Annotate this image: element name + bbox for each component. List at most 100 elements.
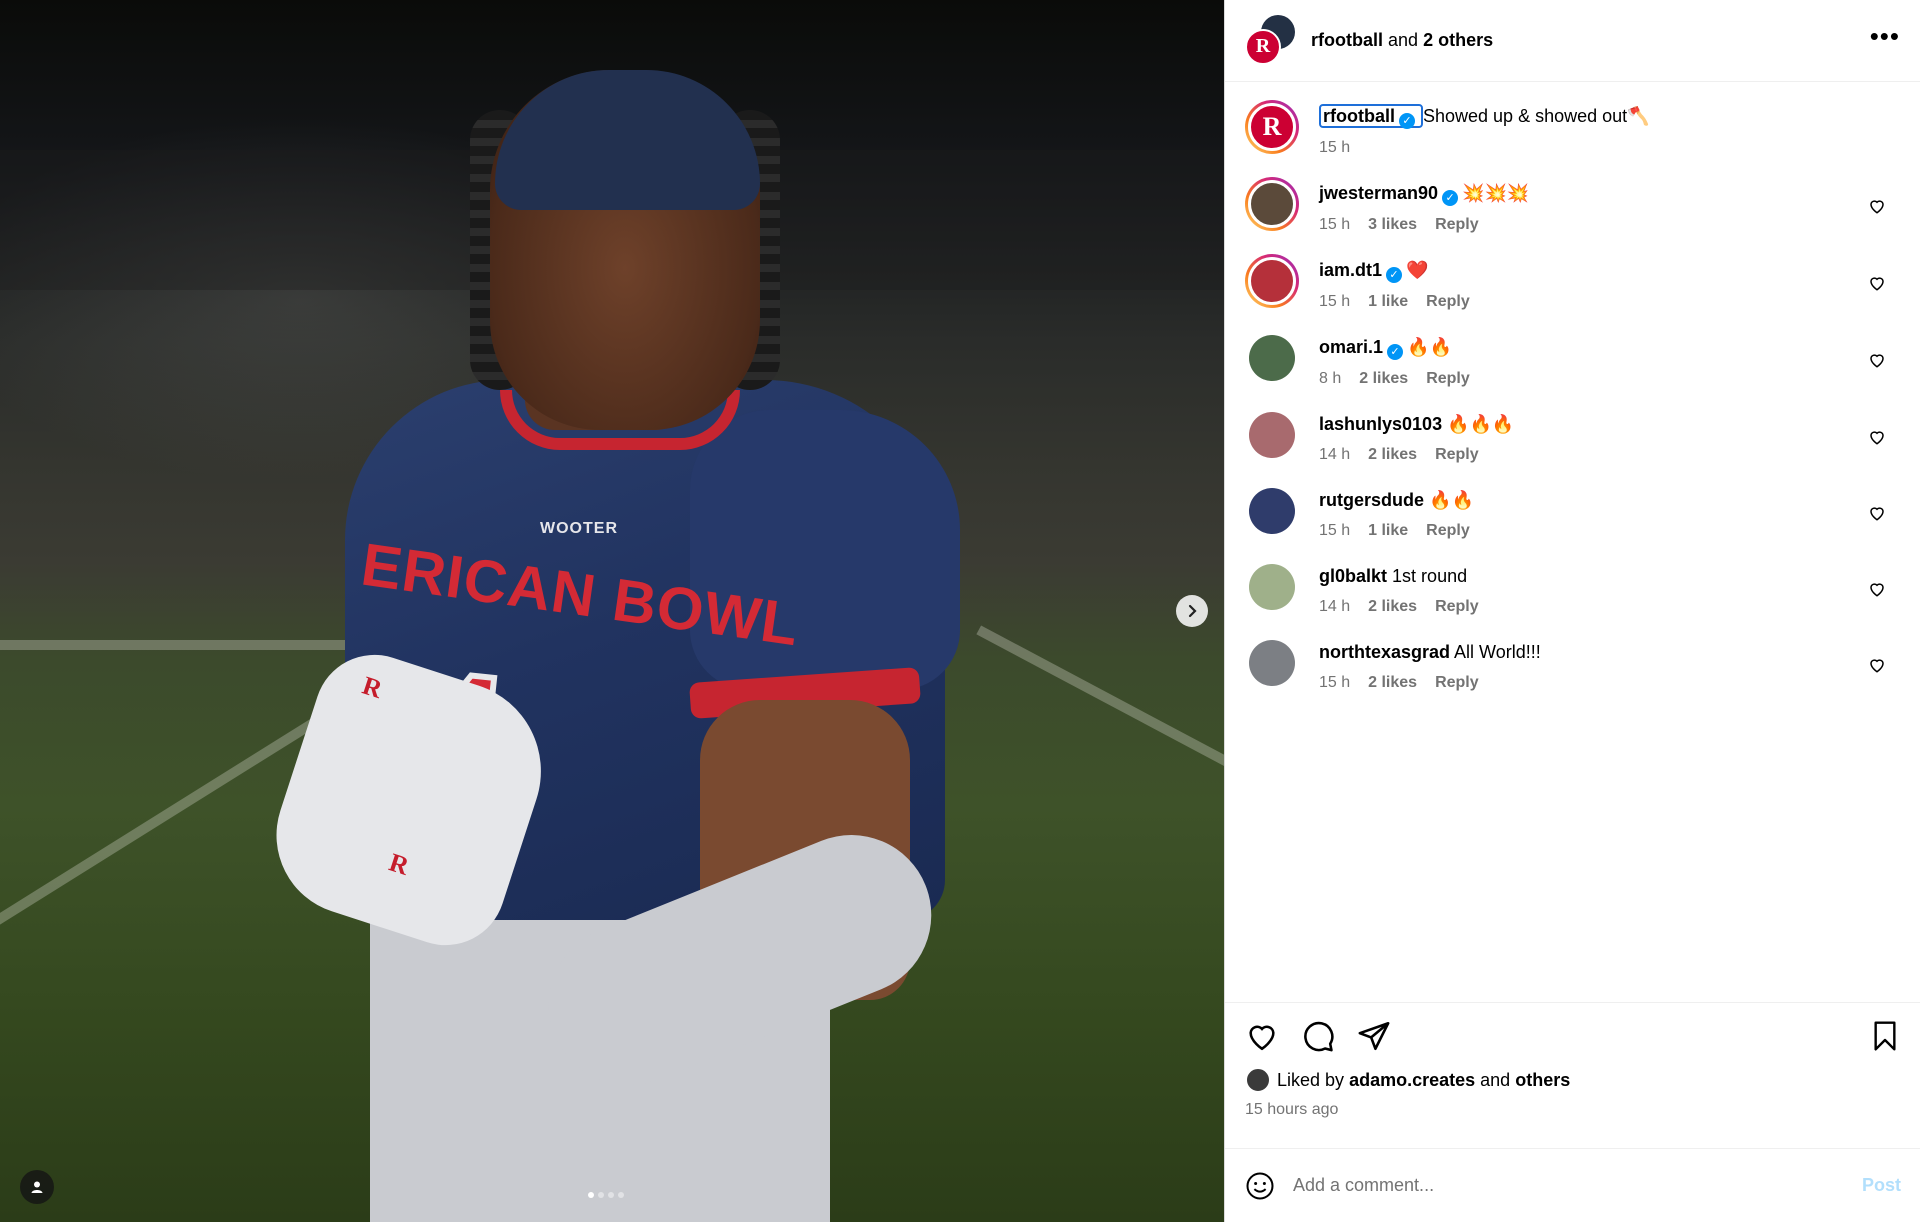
liked-user[interactable]: adamo.creates: [1349, 1070, 1475, 1091]
comment-like-heart-icon[interactable]: [1868, 580, 1886, 598]
comment-username[interactable]: lashunlys0103: [1319, 414, 1442, 434]
comment-item: northtexasgrad All World!!! 15 h 2 likes Re…: [1245, 636, 1900, 692]
commenter-avatar[interactable]: [1245, 484, 1299, 538]
verified-badge-icon: ✓: [1442, 190, 1459, 206]
likes-summary: Liked by adamo.creates and others: [1245, 1067, 1901, 1093]
liked-prefix: Liked by: [1277, 1069, 1345, 1090]
liker-avatar: [1245, 1067, 1271, 1093]
username[interactable]: rfootball: [1323, 106, 1395, 126]
carousel-dot: [608, 1192, 614, 1198]
avatar: [1248, 257, 1296, 305]
glove-logo: R: [358, 670, 386, 705]
post-caption: R rfootball ✓ Showed up & showed out🪓 15 h: [1245, 100, 1900, 157]
smiley-icon[interactable]: [1245, 1171, 1275, 1201]
comment-like-heart-icon[interactable]: [1868, 428, 1886, 446]
avatar: [1249, 412, 1295, 458]
post-side-panel: R rfootball and 2 others ••• R rfootball…: [1224, 0, 1920, 1222]
comment-username[interactable]: rutgersdude: [1319, 490, 1424, 510]
reply-button[interactable]: Reply: [1435, 598, 1479, 616]
comment-likes[interactable]: 1 like: [1368, 522, 1408, 540]
comment-username[interactable]: omari.1: [1319, 337, 1383, 357]
verified-badge-icon: ✓: [1386, 267, 1403, 283]
avatar: R: [1245, 28, 1281, 65]
comment-time: 8 h: [1319, 370, 1342, 387]
avatar: [1249, 640, 1295, 686]
bookmark-icon[interactable]: [1869, 1020, 1901, 1052]
comment-likes[interactable]: 2 likes: [1359, 370, 1408, 388]
comment-username[interactable]: iam.dt1: [1319, 260, 1382, 280]
comment-likes[interactable]: 2 likes: [1368, 598, 1417, 616]
comment-text: 💥💥💥: [1462, 183, 1530, 203]
comment-username[interactable]: northtexasgrad: [1319, 642, 1450, 662]
commenter-avatar[interactable]: [1245, 177, 1299, 231]
post-timestamp: 15 hours ago: [1245, 1101, 1339, 1118]
comments-list[interactable]: R rfootball ✓ Showed up & showed out🪓 15 h…: [1225, 82, 1920, 1002]
author-others[interactable]: 2 others: [1423, 30, 1493, 50]
comment-username[interactable]: gl0balkt: [1319, 566, 1387, 586]
reply-button[interactable]: Reply: [1435, 674, 1479, 692]
post-authors[interactable]: rfootball and 2 others: [1311, 30, 1493, 51]
avatar: [1249, 564, 1295, 610]
comment-like-heart-icon[interactable]: [1868, 351, 1886, 369]
comment-likes[interactable]: 3 likes: [1368, 216, 1417, 234]
caption-avatar[interactable]: R: [1245, 100, 1299, 154]
jersey-brand: WOOTER: [540, 520, 618, 537]
post-header: R rfootball and 2 others •••: [1225, 0, 1920, 82]
author-username[interactable]: rfootball: [1311, 30, 1383, 50]
comment-time: 15 h: [1319, 293, 1351, 310]
heart-icon[interactable]: [1245, 1019, 1279, 1053]
carousel-dot: [588, 1192, 594, 1198]
commenter-avatar[interactable]: [1245, 408, 1299, 462]
reply-button[interactable]: Reply: [1435, 446, 1479, 464]
more-options-button[interactable]: •••: [1870, 23, 1900, 51]
comment-time: 15 h: [1319, 522, 1351, 539]
comment-input[interactable]: [1293, 1175, 1862, 1196]
comment-like-heart-icon[interactable]: [1868, 197, 1886, 215]
comment-likes[interactable]: 2 likes: [1368, 446, 1417, 464]
reply-button[interactable]: Reply: [1435, 216, 1479, 234]
commenter-avatar[interactable]: [1245, 560, 1299, 614]
comment-item: jwesterman90 ✓ 💥💥💥 15 h 3 likes Reply: [1245, 177, 1900, 234]
comment-username[interactable]: jwesterman90: [1319, 183, 1438, 203]
commenter-avatar[interactable]: [1245, 254, 1299, 308]
field-line: [0, 640, 380, 650]
share-icon[interactable]: [1357, 1019, 1391, 1053]
avatar: [1249, 335, 1295, 381]
comment-likes[interactable]: 1 like: [1368, 293, 1408, 311]
comment-item: omari.1 ✓ 🔥🔥 8 h 2 likes Reply: [1245, 331, 1900, 388]
carousel-next-button[interactable]: [1176, 595, 1208, 627]
liked-others[interactable]: others: [1515, 1070, 1570, 1091]
caption-time: 15 h: [1319, 139, 1351, 156]
collab-avatars[interactable]: R: [1245, 14, 1297, 67]
comment-text: 🔥🔥🔥: [1447, 414, 1515, 434]
commenter-avatar[interactable]: [1245, 331, 1299, 385]
comment-time: 14 h: [1319, 598, 1351, 615]
reply-button[interactable]: Reply: [1426, 370, 1470, 388]
carousel-dot: [598, 1192, 604, 1198]
verified-badge-icon: ✓: [1399, 113, 1415, 129]
carousel-dot: [618, 1192, 624, 1198]
comment-item: rutgersdude 🔥🔥 15 h 1 like Reply: [1245, 484, 1900, 540]
comment-text: 🔥🔥: [1429, 490, 1474, 510]
reply-button[interactable]: Reply: [1426, 522, 1470, 540]
comment-time: 15 h: [1319, 216, 1351, 233]
comment-likes[interactable]: 2 likes: [1368, 674, 1417, 692]
user-tag-icon: [31, 1181, 43, 1193]
verified-badge-icon: ✓: [1387, 344, 1404, 360]
post-button[interactable]: Post: [1862, 1175, 1901, 1196]
tagged-users-button[interactable]: [20, 1170, 54, 1204]
comment-composer: Post: [1225, 1148, 1920, 1222]
reply-button[interactable]: Reply: [1426, 293, 1470, 311]
glove-logo: R: [385, 847, 413, 881]
comment-like-heart-icon[interactable]: [1868, 274, 1886, 292]
comment-icon[interactable]: [1301, 1019, 1335, 1053]
comment-time: 14 h: [1319, 446, 1351, 463]
liked-joiner: and: [1480, 1069, 1511, 1090]
caption-username[interactable]: rfootball ✓: [1319, 104, 1423, 129]
comment-like-heart-icon[interactable]: [1868, 504, 1886, 522]
comment-text: All World!!!: [1454, 642, 1541, 662]
commenter-avatar[interactable]: [1245, 636, 1299, 690]
post-photo[interactable]: ERICAN BOWL 4 WOOTER R R: [0, 0, 1224, 1222]
avatar: [1249, 488, 1295, 534]
comment-like-heart-icon[interactable]: [1868, 656, 1886, 674]
